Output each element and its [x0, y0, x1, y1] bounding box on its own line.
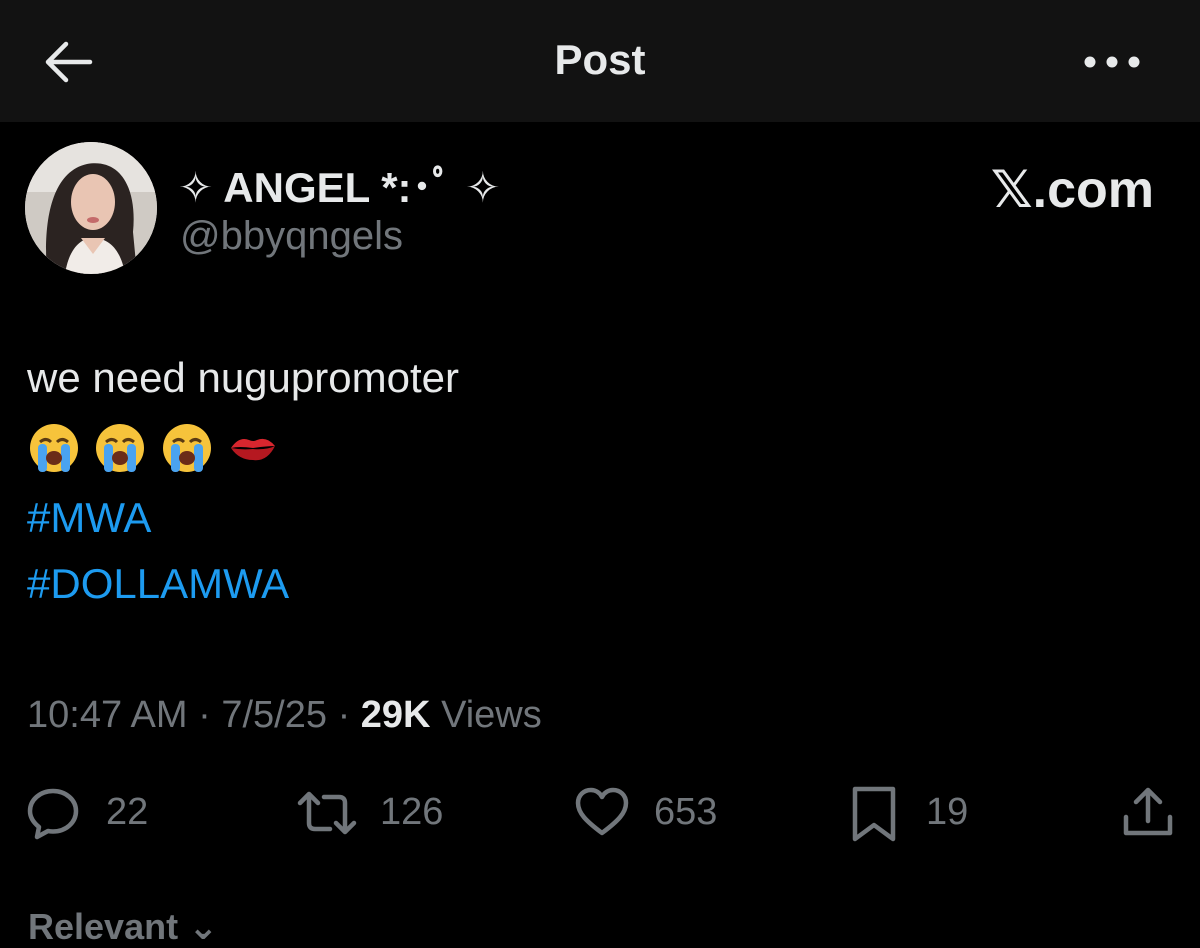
reply-count: 22 [106, 791, 149, 833]
relevant-label: Relevant [28, 906, 179, 947]
repost-count: 126 [380, 791, 444, 833]
more-horizontal-icon [1084, 56, 1140, 68]
reply-button[interactable]: 22 [24, 785, 164, 841]
bookmark-count: 19 [926, 791, 969, 833]
bookmark-icon [852, 786, 896, 842]
watermark: 𝕏.com [990, 161, 1154, 219]
share-button[interactable] [1120, 785, 1176, 841]
avatar[interactable] [25, 142, 157, 274]
loudly-crying-face-icon [30, 424, 78, 472]
heart-icon [575, 787, 629, 836]
repost-icon [297, 791, 357, 835]
user-handle[interactable]: @bbyqngels [180, 214, 403, 259]
hashtag-link[interactable]: #DOLLAMWA [27, 560, 289, 608]
kiss-mark-icon [231, 438, 276, 461]
post-meta: 10:47 AM · 7/5/25 · 29K Views [27, 694, 542, 737]
loudly-crying-face-icon [162, 424, 211, 472]
loudly-crying-face-icon [96, 424, 145, 472]
more-button[interactable] [1082, 50, 1142, 74]
post-date: 7/5/25 [221, 694, 327, 736]
post-time: 10:47 AM [27, 694, 188, 736]
sort-relevant-button[interactable]: Relevant ⌄ [28, 906, 218, 948]
repost-button[interactable]: 126 [296, 785, 456, 841]
top-bar: Post [0, 0, 1200, 122]
meta-separator: · [198, 694, 211, 736]
hashtag-link[interactable]: #MWA [27, 494, 151, 542]
views-label[interactable]: Views [441, 694, 542, 736]
like-count: 653 [654, 791, 718, 833]
post-text: we need nugupromoter [27, 354, 459, 401]
emoji-row [28, 422, 289, 474]
bookmark-button[interactable]: 19 [850, 785, 990, 842]
meta-separator: · [337, 694, 351, 736]
page-title: Post [554, 36, 646, 83]
share-icon [1123, 787, 1173, 836]
chevron-down-icon: ⌄ [188, 906, 219, 947]
like-button[interactable]: 653 [574, 785, 734, 841]
display-name[interactable]: ✧ ANGEL *:･ﾟ ✧ [178, 154, 500, 215]
reply-icon [27, 788, 79, 840]
views-count[interactable]: 29K [361, 694, 431, 736]
